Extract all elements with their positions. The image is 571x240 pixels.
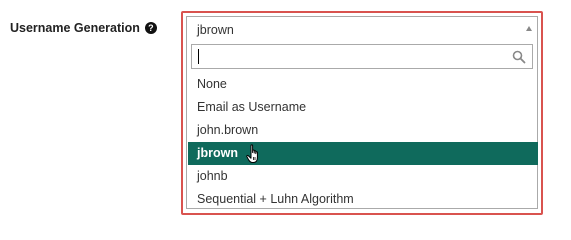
hand-pointer-icon [246, 144, 258, 163]
option-none[interactable]: None [188, 73, 538, 96]
option-jbrown[interactable]: jbrown [188, 142, 538, 165]
username-generation-field: Username Generation ? jbrown None Email … [0, 0, 571, 225]
search-icon[interactable] [512, 50, 526, 64]
help-icon[interactable]: ? [144, 22, 157, 34]
options-list: None Email as Username john.brown jbrown… [188, 73, 538, 211]
dropdown-panel: None Email as Username john.brown jbrown… [186, 41, 538, 209]
text-caret [198, 49, 199, 64]
search-input[interactable] [192, 45, 514, 68]
field-label-row: Username Generation ? [10, 21, 157, 35]
option-johnb[interactable]: johnb [188, 165, 538, 188]
option-jbrown-label: jbrown [197, 146, 238, 160]
username-generation-select[interactable]: jbrown [186, 16, 538, 41]
select-value: jbrown [197, 23, 234, 37]
option-email-as-username[interactable]: Email as Username [188, 96, 538, 119]
option-john-dot-brown[interactable]: john.brown [188, 119, 538, 142]
option-sequential-luhn[interactable]: Sequential + Luhn Algorithm [188, 188, 538, 211]
search-box[interactable] [191, 44, 533, 69]
field-label: Username Generation [10, 21, 140, 35]
arrow-up-icon[interactable] [526, 26, 532, 31]
